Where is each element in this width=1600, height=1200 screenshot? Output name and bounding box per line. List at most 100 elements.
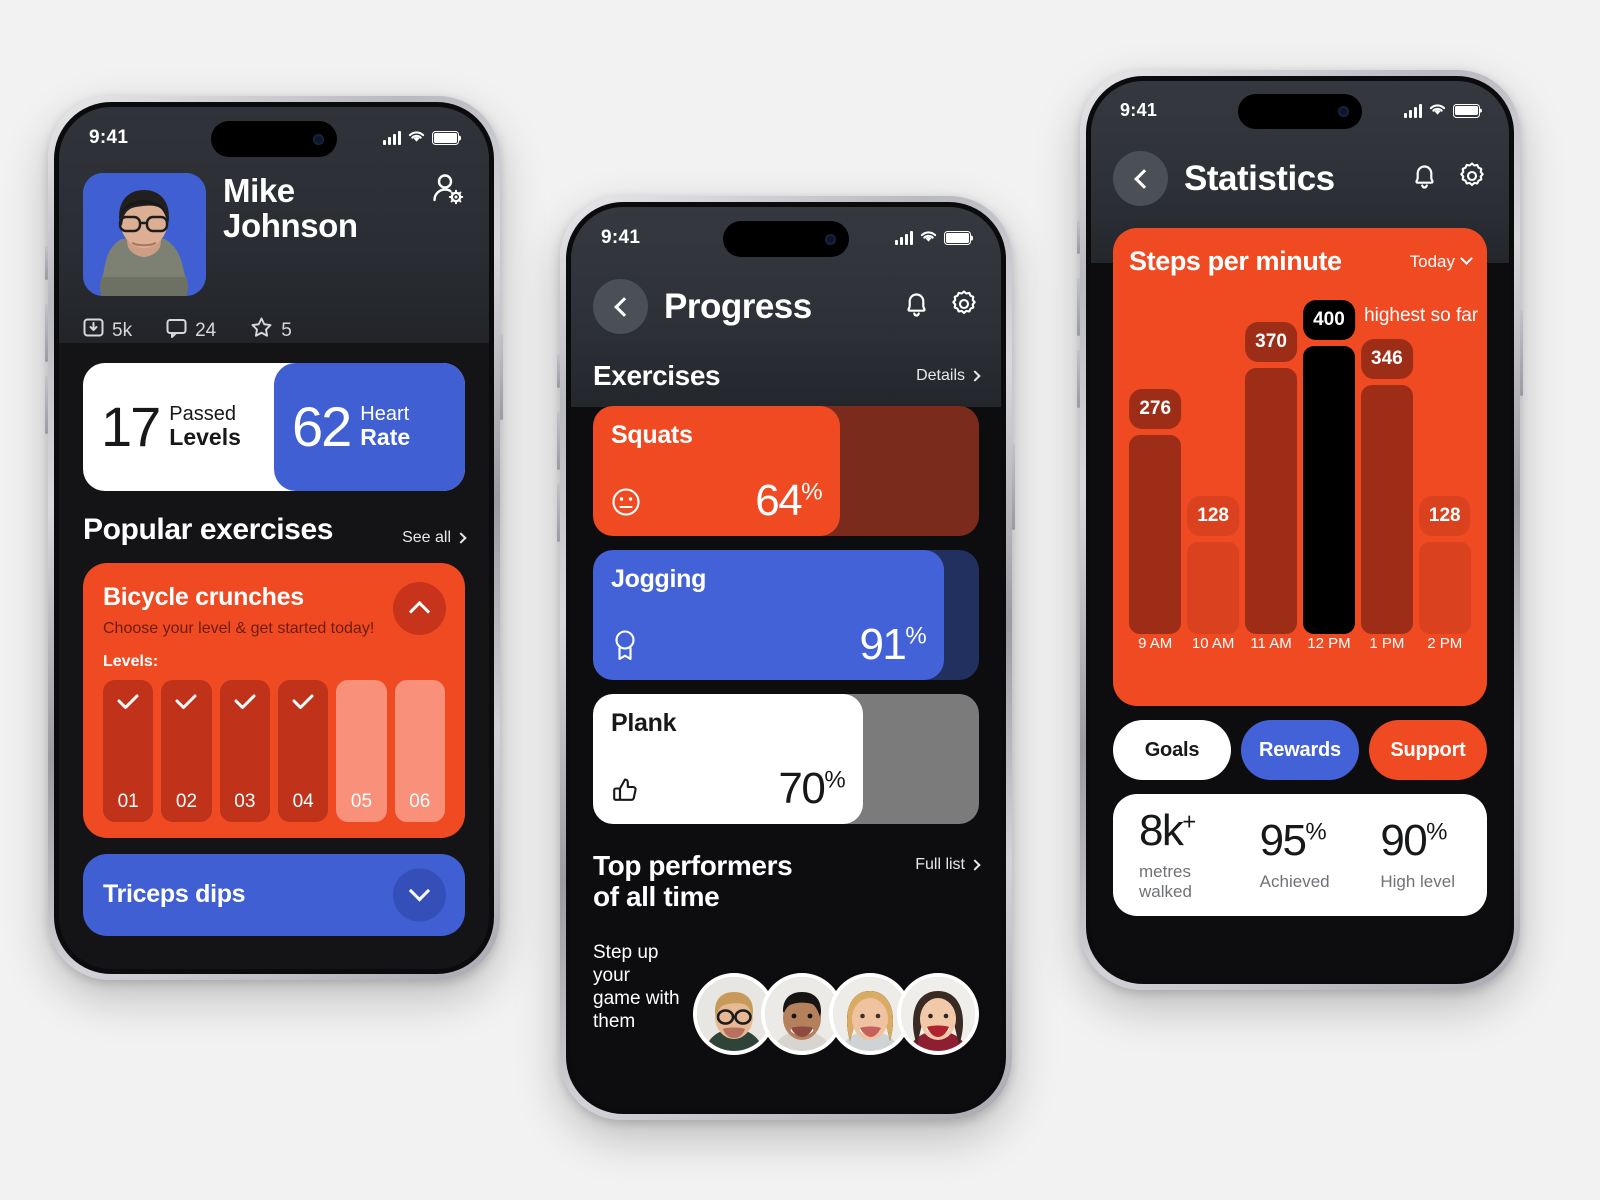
progress-name: Plank xyxy=(611,709,677,737)
exercise-card-bicycle-crunches[interactable]: Bicycle crunches Choose your level & get… xyxy=(83,563,465,838)
wifi-icon xyxy=(407,127,426,149)
chip-rewards[interactable]: Rewards xyxy=(1241,720,1359,780)
cellular-signal-icon xyxy=(1404,103,1422,118)
bar-value-badge: 276 xyxy=(1129,389,1182,429)
dynamic-island xyxy=(723,221,849,257)
steps-chart-card: Steps per minute Today 276 9 AM 128 10 AM 37… xyxy=(1113,228,1487,706)
chart-bar[interactable] xyxy=(1186,542,1240,634)
mute-switch[interactable] xyxy=(557,354,560,388)
cellular-signal-icon xyxy=(383,131,401,145)
phone-profile: 9:41 Mike Johnson 5k 24 5 17 Passed Leve… xyxy=(45,96,503,980)
bar-slot[interactable]: 276 xyxy=(1129,389,1182,664)
full-list-link[interactable]: Full list xyxy=(915,850,981,874)
thumbs-up-icon xyxy=(611,775,641,810)
mute-switch[interactable] xyxy=(45,246,48,280)
chevron-down-icon xyxy=(1460,252,1473,265)
dynamic-island xyxy=(211,121,337,157)
progress-bar-plank[interactable]: Plank 70% xyxy=(593,694,979,824)
volume-down-button[interactable] xyxy=(45,376,48,434)
rating-value: 5 xyxy=(281,319,292,341)
mute-switch[interactable] xyxy=(1077,220,1080,254)
chart-bar[interactable] xyxy=(1244,368,1298,634)
volume-up-button[interactable] xyxy=(1077,278,1080,336)
range-label: Today xyxy=(1409,251,1455,271)
see-all-link[interactable]: See all xyxy=(402,529,467,547)
back-button[interactable] xyxy=(1113,151,1168,206)
check-icon xyxy=(161,694,211,715)
status-time: 9:41 xyxy=(89,127,129,148)
check-icon xyxy=(103,694,153,715)
top-performers-subtitle: Step up your game with them xyxy=(593,941,680,1033)
level-item[interactable]: 02 xyxy=(161,679,212,822)
bell-icon[interactable] xyxy=(902,289,931,324)
volume-down-button[interactable] xyxy=(557,484,560,542)
progress-navbar: Progress xyxy=(593,279,979,334)
mockup-stage: 9:41 Mike Johnson 5k 24 5 17 Passed Leve… xyxy=(0,0,1600,1200)
profile-name-line2: Johnson xyxy=(223,207,358,245)
chevron-up-icon[interactable] xyxy=(393,582,446,635)
x-axis-label: 11 AM xyxy=(1250,635,1292,652)
level-item[interactable]: 03 xyxy=(219,679,270,822)
phone-statistics: 9:41 Statistics Steps per minute Today 2… xyxy=(1077,70,1523,990)
x-axis-label: 2 PM xyxy=(1427,635,1463,652)
chart-bar[interactable] xyxy=(1129,435,1182,634)
quick-links: Goals Rewards Support xyxy=(1113,720,1487,780)
bell-icon[interactable] xyxy=(1410,161,1439,196)
profile-stats: 5k 24 5 xyxy=(83,316,465,345)
bar-value-badge: 128 xyxy=(1418,496,1471,536)
chart-bar[interactable] xyxy=(1302,346,1356,634)
bar-value-badge: 128 xyxy=(1187,496,1239,536)
chevron-left-icon xyxy=(613,296,634,317)
levels-label: Levels: xyxy=(103,652,159,670)
status-time: 9:41 xyxy=(1120,100,1158,120)
progress-fill: Squats 64% xyxy=(593,406,841,536)
power-button[interactable] xyxy=(1012,444,1015,530)
progress-value: 64% xyxy=(755,476,823,526)
person-gear-icon[interactable] xyxy=(431,173,465,212)
volume-down-button[interactable] xyxy=(1077,350,1080,408)
avatar[interactable] xyxy=(83,173,206,296)
summary-label: High level xyxy=(1380,871,1455,891)
exercise-card-triceps-dips[interactable]: Triceps dips xyxy=(83,853,465,936)
performer-avatars xyxy=(693,973,979,1056)
details-link[interactable]: Details xyxy=(916,367,981,385)
star-icon xyxy=(250,316,273,345)
level-item[interactable]: 05 xyxy=(336,679,387,822)
progress-bar-squats[interactable]: Squats 64% xyxy=(593,406,979,536)
x-axis-label: 1 PM xyxy=(1369,635,1405,652)
level-item[interactable]: 04 xyxy=(277,679,329,822)
back-button[interactable] xyxy=(593,279,648,334)
gear-icon[interactable] xyxy=(1457,161,1487,196)
progress-bar-jogging[interactable]: Jogging 91% xyxy=(593,550,979,680)
downloads-value: 5k xyxy=(112,319,133,341)
chart-bar[interactable] xyxy=(1360,385,1414,634)
chevron-down-icon[interactable] xyxy=(393,868,446,922)
kpi-heart-rate[interactable]: 62 Heart Rate xyxy=(274,363,465,491)
power-button[interactable] xyxy=(1520,310,1523,396)
download-icon xyxy=(83,317,104,344)
bar-slot[interactable]: 400 xyxy=(1302,300,1356,664)
kpi-label-small: Heart xyxy=(360,402,410,425)
comments-stat: 24 xyxy=(166,317,216,344)
avatar[interactable] xyxy=(897,973,979,1056)
level-item[interactable]: 01 xyxy=(103,679,154,822)
exercises-header: Exercises Details xyxy=(593,360,981,392)
power-button[interactable] xyxy=(500,334,503,420)
volume-up-button[interactable] xyxy=(557,412,560,470)
kpi-passed-levels[interactable]: 17 Passed Levels xyxy=(83,363,274,491)
kpi-label-small: Passed xyxy=(169,402,237,425)
bar-slot[interactable]: 346 xyxy=(1360,339,1414,664)
volume-up-button[interactable] xyxy=(45,304,48,362)
chip-goals[interactable]: Goals xyxy=(1113,720,1231,780)
chip-support[interactable]: Support xyxy=(1369,720,1487,780)
summary-metres-walked: 8k+ metres walked xyxy=(1119,808,1240,902)
gear-icon[interactable] xyxy=(949,289,979,324)
range-selector[interactable]: Today xyxy=(1409,251,1473,272)
wifi-icon xyxy=(1428,100,1447,121)
profile-row: Mike Johnson xyxy=(83,173,465,296)
level-item[interactable]: 06 xyxy=(394,679,445,822)
profile-name-line1: Mike xyxy=(223,172,295,209)
chart-bar[interactable] xyxy=(1418,542,1471,634)
kpi-number: 17 xyxy=(101,395,161,458)
bar-slot[interactable]: 370 xyxy=(1244,322,1298,664)
